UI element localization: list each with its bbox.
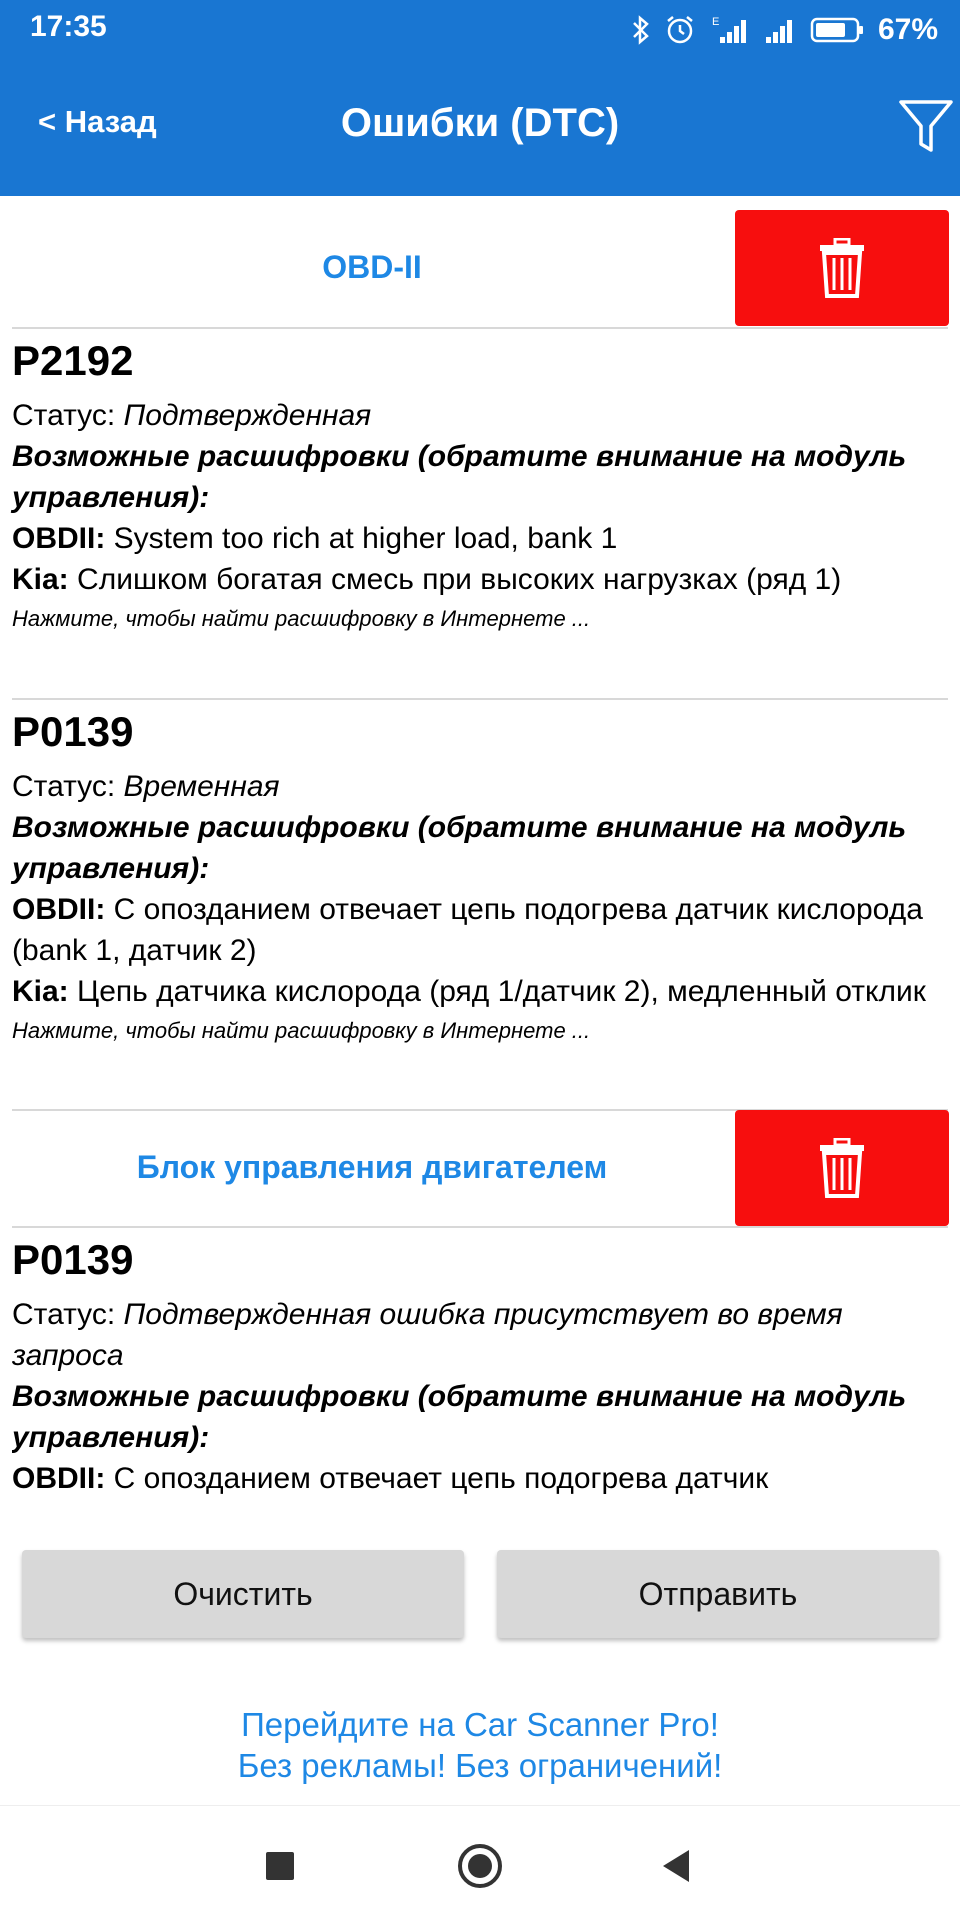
trash-icon <box>820 238 864 298</box>
search-online-link[interactable]: Нажмите, чтобы найти расшифровку в Интер… <box>12 1016 942 1046</box>
nav-recents-icon <box>266 1852 294 1880</box>
section-header-obd: OBD-II <box>0 206 960 328</box>
promo-line: Без рекламы! Без ограничений! <box>237 1747 723 1784</box>
dtc-item[interactable]: P0139 Статус: Временная Возможные расшиф… <box>12 704 942 1046</box>
nav-back-icon <box>663 1850 689 1882</box>
dtc-status: Статус: Подтвержденная ошибка присутству… <box>12 1298 843 1372</box>
nav-recents-button[interactable] <box>250 1836 310 1896</box>
dtc-hint: Возможные расшифровки (обратите внимание… <box>12 1380 907 1454</box>
battery-percent: 67% <box>877 13 938 46</box>
status-bar: 17:35 E 67% <box>0 0 960 60</box>
svg-text:E: E <box>712 16 719 28</box>
trash-icon <box>820 1138 864 1198</box>
dtc-decode-row: Kia: Слишком богатая смесь при высоких н… <box>12 563 842 596</box>
bluetooth-icon <box>633 15 649 45</box>
nav-home-icon <box>458 1844 502 1888</box>
dtc-decode-row: Kia: Цепь датчика кислорода (ряд 1/датчи… <box>12 975 926 1008</box>
page-title: Ошибки (DTC) <box>340 101 620 145</box>
section-title: OBD-II <box>322 248 422 285</box>
app-bar: 17:35 E 67% < Назад Ошибки (DTC) <box>0 0 960 196</box>
alarm-icon <box>667 16 693 44</box>
dtc-status: Статус: Временная <box>12 770 280 803</box>
battery-icon <box>810 17 863 43</box>
divider <box>12 698 948 700</box>
filter-icon[interactable] <box>898 98 954 156</box>
dtc-hint: Возможные расшифровки (обратите внимание… <box>12 811 907 885</box>
signal-icon: E <box>712 16 746 43</box>
dtc-code: P0139 <box>12 1236 134 1283</box>
dtc-code: P0139 <box>12 708 134 755</box>
status-icons: E 67% <box>630 10 938 50</box>
delete-button[interactable] <box>735 1110 949 1226</box>
status-time: 17:35 <box>30 10 107 43</box>
dtc-item[interactable]: P2192 Статус: Подтвержденная Возможные р… <box>12 333 942 634</box>
promo-line: Перейдите на Car Scanner Pro! <box>241 1706 719 1743</box>
dtc-status: Статус: Подтвержденная <box>12 399 372 432</box>
signal-icon-2 <box>765 20 792 43</box>
section-header-engine: Блок управления двигателем <box>0 1106 960 1228</box>
divider <box>12 1226 948 1228</box>
divider <box>12 327 948 329</box>
search-online-link[interactable]: Нажмите, чтобы найти расшифровку в Интер… <box>12 604 942 634</box>
dtc-hint: Возможные расшифровки (обратите внимание… <box>12 440 907 514</box>
dtc-item[interactable]: P0139 Статус: Подтвержденная ошибка прис… <box>12 1232 942 1512</box>
dtc-decode-row: OBDII: С опозданием отвечает цепь подогр… <box>12 893 923 967</box>
system-nav-bar <box>0 1805 960 1921</box>
delete-button[interactable] <box>735 210 949 326</box>
clear-button[interactable]: Очистить <box>22 1550 464 1638</box>
dtc-decode-row: OBDII: System too rich at higher load, b… <box>12 522 618 555</box>
section-title: Блок управления двигателем <box>136 1148 608 1185</box>
dtc-decode-row: OBDII: С опозданием отвечает цепь подогр… <box>12 1462 769 1495</box>
nav-back-button[interactable] <box>646 1836 706 1896</box>
nav-home-button[interactable] <box>450 1836 510 1896</box>
send-button[interactable]: Отправить <box>497 1550 939 1638</box>
dtc-code: P2192 <box>12 337 134 384</box>
pro-promo-link[interactable]: Перейдите на Car Scanner Pro! Без реклам… <box>0 1704 960 1786</box>
